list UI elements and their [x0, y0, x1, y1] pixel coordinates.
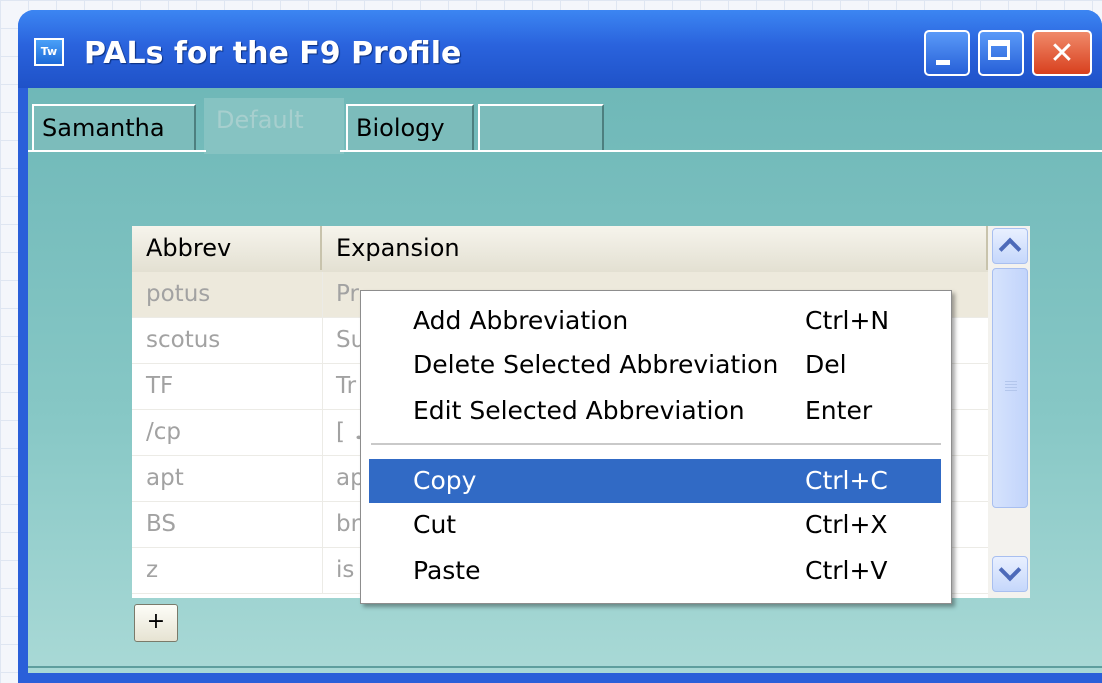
- tab-empty[interactable]: [478, 104, 604, 152]
- window-title: PALs for the F9 Profile: [84, 36, 462, 71]
- menu-item-delete-abbreviation[interactable]: Delete Selected Abbreviation Del: [369, 343, 941, 387]
- scroll-up-button[interactable]: [992, 228, 1028, 264]
- menu-item-cut[interactable]: Cut Ctrl+X: [369, 503, 941, 547]
- grip-icon: [1005, 381, 1017, 393]
- vertical-scrollbar[interactable]: [988, 226, 1030, 598]
- maximize-button[interactable]: [978, 30, 1024, 76]
- expansion-cell: Tr: [336, 373, 357, 399]
- menu-item-edit-abbreviation[interactable]: Edit Selected Abbreviation Enter: [369, 389, 941, 433]
- bottom-border: [28, 666, 1102, 668]
- scroll-thumb[interactable]: [992, 268, 1028, 508]
- abbrev-cell: TF: [146, 373, 174, 399]
- abbrev-cell: apt: [146, 465, 184, 491]
- add-abbreviation-button[interactable]: +: [134, 604, 178, 642]
- abbrev-cell: z: [146, 557, 159, 583]
- menu-separator: [371, 443, 941, 445]
- tab-biology[interactable]: Biology: [346, 104, 474, 152]
- tab-samantha[interactable]: Samantha: [32, 104, 196, 152]
- column-header-abbrev[interactable]: Abbrev: [132, 226, 322, 270]
- abbrev-cell: /cp: [146, 419, 181, 445]
- expansion-cell: br: [336, 511, 361, 537]
- context-menu: Add Abbreviation Ctrl+N Delete Selected …: [360, 290, 952, 604]
- menu-item-add-abbreviation[interactable]: Add Abbreviation Ctrl+N: [369, 299, 941, 343]
- close-button[interactable]: [1032, 30, 1092, 76]
- app-icon: Tw: [34, 38, 64, 66]
- abbrev-cell: BS: [146, 511, 176, 537]
- abbrev-cell: scotus: [146, 327, 221, 353]
- list-header: Abbrev Expansion: [132, 226, 988, 274]
- menu-item-copy[interactable]: Copy Ctrl+C: [369, 459, 941, 503]
- expansion-cell: Pr: [336, 281, 359, 307]
- tab-panel-gap: [206, 150, 340, 152]
- abbrev-cell: potus: [146, 281, 211, 307]
- expansion-cell: is: [336, 557, 355, 583]
- scroll-down-button[interactable]: [992, 556, 1028, 592]
- title-bar[interactable]: Tw PALs for the F9 Profile: [18, 10, 1102, 88]
- tab-panel-border: [28, 150, 1102, 152]
- minimize-button[interactable]: [924, 30, 970, 76]
- column-header-expansion[interactable]: Expansion: [322, 226, 988, 270]
- tab-default[interactable]: Default: [204, 98, 344, 154]
- menu-item-paste[interactable]: Paste Ctrl+V: [369, 549, 941, 593]
